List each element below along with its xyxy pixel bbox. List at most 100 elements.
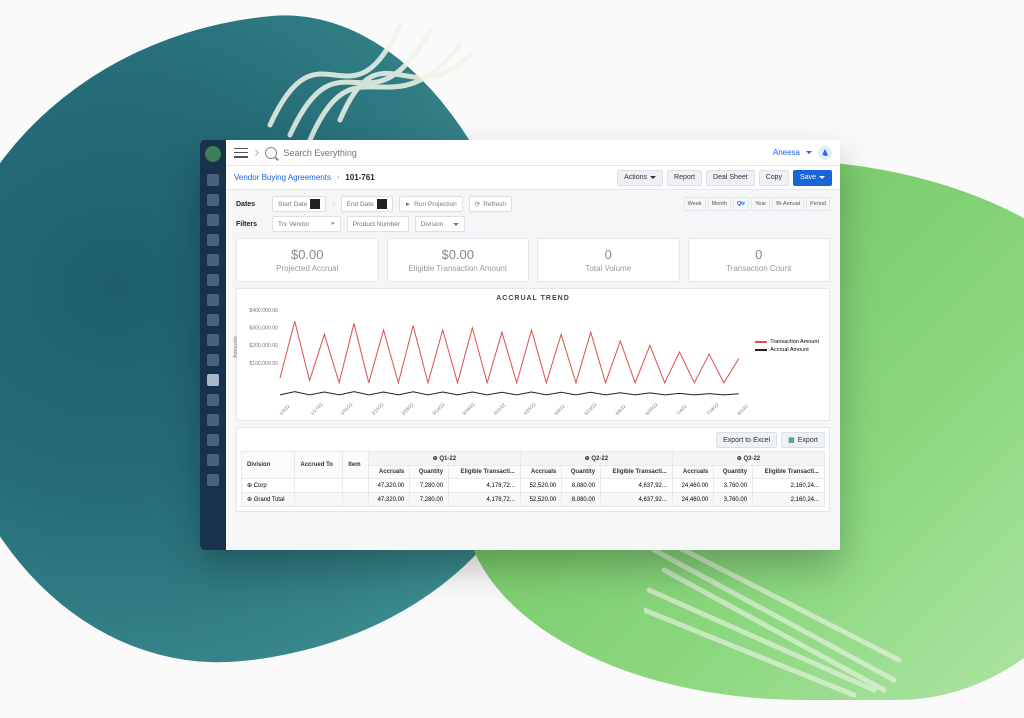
dealsheet-button[interactable]: Deal Sheet xyxy=(706,170,755,186)
sidebar-nav-icon[interactable] xyxy=(207,194,219,206)
period-biannual[interactable]: Bi-Annual xyxy=(772,197,804,211)
th-quantity[interactable]: Quantity xyxy=(562,466,601,479)
stat-total-volume: 0Total Volume xyxy=(537,238,680,282)
sidebar-nav-icon[interactable] xyxy=(207,374,219,386)
period-period[interactable]: Period xyxy=(806,197,830,211)
th-quantity[interactable]: Quantity xyxy=(714,466,753,479)
legend-label: Transaction Amount xyxy=(770,339,819,345)
export-excel-button[interactable]: Export to Excel xyxy=(716,432,777,448)
start-date-input[interactable]: Start Date xyxy=(272,196,326,212)
product-number-input[interactable] xyxy=(347,216,409,232)
trx-vendor-input[interactable]: ⌕ xyxy=(272,216,341,232)
chevron-down-icon xyxy=(453,223,459,226)
calendar-icon xyxy=(310,199,320,209)
chart-title: ACCRUAL TREND xyxy=(245,295,821,302)
app-window: › Aneesa Vendor Buying Agreements › 101-… xyxy=(200,140,840,550)
breadcrumb-bar: Vendor Buying Agreements › 101-761 Actio… xyxy=(226,166,840,190)
svg-text:$200,000.00: $200,000.00 xyxy=(249,343,278,349)
legend-swatch xyxy=(755,349,767,351)
th-q1[interactable]: ⊕ Q1-22 xyxy=(368,452,520,466)
logo-icon[interactable] xyxy=(205,146,221,162)
chevron-down-icon xyxy=(806,151,812,154)
chart-legend: Transaction Amount Accrual Amount xyxy=(755,339,819,355)
th-accruals[interactable]: Accruals xyxy=(368,466,409,479)
menu-icon[interactable] xyxy=(234,148,248,158)
filter-bar: Dates Start Date - End Date ► Run Projec… xyxy=(236,196,830,232)
scribble-top xyxy=(260,5,480,145)
sidebar-nav-icon[interactable] xyxy=(207,254,219,266)
end-date-input[interactable]: End Date xyxy=(341,196,393,212)
search-icon: ⌕ xyxy=(331,220,335,228)
sidebar-nav-icon[interactable] xyxy=(207,234,219,246)
th-accrued-to[interactable]: Accrued To xyxy=(295,452,343,479)
th-eligible[interactable]: Eligible Transacti... xyxy=(753,466,825,479)
svg-text:$400,000.00: $400,000.00 xyxy=(249,308,278,314)
sidebar-nav-icon[interactable] xyxy=(207,294,219,306)
period-month[interactable]: Month xyxy=(708,197,731,211)
main-panel: › Aneesa Vendor Buying Agreements › 101-… xyxy=(226,140,840,550)
sidebar xyxy=(200,140,226,550)
sidebar-nav-icon[interactable] xyxy=(207,394,219,406)
report-button[interactable]: Report xyxy=(667,170,702,186)
accrual-trend-chart: ACCRUAL TREND Amounts $400,000.00$300,00… xyxy=(236,288,830,421)
breadcrumb-root[interactable]: Vendor Buying Agreements xyxy=(234,173,331,182)
run-projection-button[interactable]: ► Run Projection xyxy=(399,196,463,212)
sidebar-nav-icon[interactable] xyxy=(207,214,219,226)
scribble-bottom xyxy=(644,540,904,700)
division-select[interactable]: Division xyxy=(415,216,465,232)
actions-button[interactable]: Actions xyxy=(617,170,663,186)
sidebar-nav-icon[interactable] xyxy=(207,454,219,466)
th-accruals[interactable]: Accruals xyxy=(672,466,713,479)
stat-eligible-amount: $0.00Eligible Transaction Amount xyxy=(387,238,530,282)
stat-projected-accrual: $0.00Projected Accrual xyxy=(236,238,379,282)
table-row[interactable]: ⊕ Corp47,320.007,280.004,178,72...52,520… xyxy=(242,479,825,493)
dates-label: Dates xyxy=(236,201,266,208)
chevron-right-icon: › xyxy=(254,144,259,162)
th-accruals[interactable]: Accruals xyxy=(520,466,561,479)
export-button[interactable]: ▦ Export xyxy=(781,432,825,448)
search-input[interactable] xyxy=(283,148,767,158)
period-qtr[interactable]: Qtr xyxy=(733,197,749,211)
content-area: Dates Start Date - End Date ► Run Projec… xyxy=(226,190,840,550)
th-q3[interactable]: ⊕ Q3-22 xyxy=(672,452,824,466)
breadcrumb-id: 101-761 xyxy=(345,173,374,182)
chart-ylabel: Amounts xyxy=(233,336,239,358)
dash-separator: - xyxy=(332,201,334,208)
sidebar-nav-icon[interactable] xyxy=(207,474,219,486)
svg-text:$100,000.00: $100,000.00 xyxy=(249,361,278,367)
user-menu[interactable]: Aneesa xyxy=(773,146,832,160)
table-row[interactable]: ⊕ Grand Total47,320.007,280.004,178,72..… xyxy=(242,493,825,507)
period-selector: Week Month Qtr Year Bi-Annual Period xyxy=(684,197,830,211)
search-icon[interactable] xyxy=(265,147,277,159)
calendar-icon xyxy=(377,199,387,209)
topbar: › Aneesa xyxy=(226,140,840,166)
sidebar-nav-icon[interactable] xyxy=(207,414,219,426)
sidebar-nav-icon[interactable] xyxy=(207,434,219,446)
th-eligible[interactable]: Eligible Transacti... xyxy=(601,466,673,479)
th-item[interactable]: Item xyxy=(343,452,369,479)
sidebar-nav-icon[interactable] xyxy=(207,354,219,366)
filters-label: Filters xyxy=(236,221,266,228)
sidebar-nav-icon[interactable] xyxy=(207,174,219,186)
th-division[interactable]: Division xyxy=(242,452,295,479)
sidebar-nav-icon[interactable] xyxy=(207,274,219,286)
sidebar-nav-icon[interactable] xyxy=(207,314,219,326)
stat-transaction-count: 0Transaction Count xyxy=(688,238,831,282)
chart-plot-area: $400,000.00$300,000.00$200,000.00$100,00… xyxy=(245,304,821,404)
legend-label: Accrual Amount xyxy=(770,347,809,353)
chart-xticks: 1/3/221/17/221/31/222/14/222/28/223/14/2… xyxy=(245,409,821,414)
user-name: Aneesa xyxy=(773,148,800,157)
refresh-button[interactable]: ⟳ Refresh xyxy=(469,196,512,212)
th-q2[interactable]: ⊕ Q2-22 xyxy=(520,452,672,466)
period-week[interactable]: Week xyxy=(684,197,706,211)
period-year[interactable]: Year xyxy=(751,197,770,211)
sidebar-nav-icon[interactable] xyxy=(207,334,219,346)
chevron-down-icon xyxy=(819,176,825,179)
excel-icon: ▦ xyxy=(788,436,795,444)
th-quantity[interactable]: Quantity xyxy=(410,466,449,479)
copy-button[interactable]: Copy xyxy=(759,170,789,186)
data-table-card: Export to Excel ▦ Export Division Accrue… xyxy=(236,427,830,512)
save-button[interactable]: Save xyxy=(793,170,832,186)
legend-swatch xyxy=(755,341,767,343)
th-eligible[interactable]: Eligible Transacti... xyxy=(449,466,521,479)
